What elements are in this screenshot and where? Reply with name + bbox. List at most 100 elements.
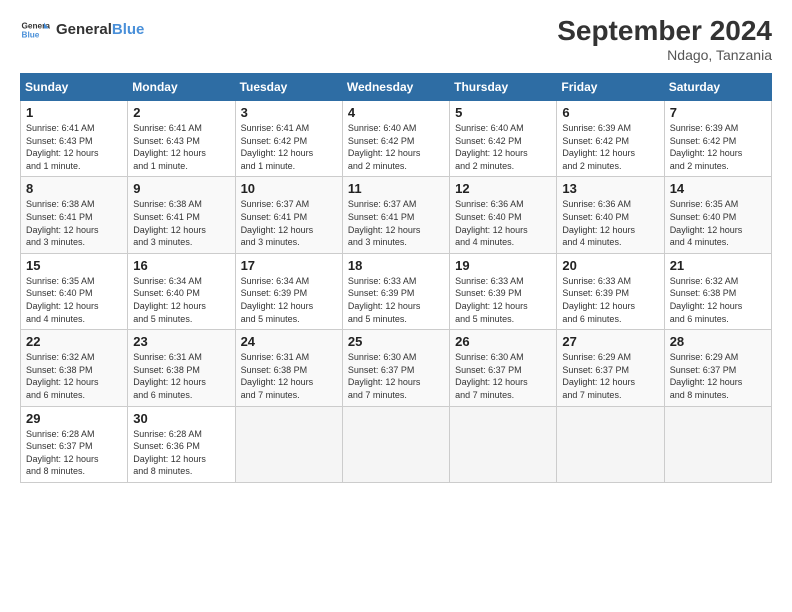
day-number: 13 <box>562 181 658 196</box>
table-row: 20Sunrise: 6:33 AM Sunset: 6:39 PM Dayli… <box>557 253 664 329</box>
day-number: 28 <box>670 334 766 349</box>
day-info: Sunrise: 6:40 AM Sunset: 6:42 PM Dayligh… <box>348 122 444 172</box>
table-row: 18 Sunrise: 6:33 AM Sunset: 6:39 PM Dayli… <box>342 253 449 329</box>
col-sunday: Sunday <box>21 74 128 101</box>
table-row: 15Sunrise: 6:35 AM Sunset: 6:40 PM Dayli… <box>21 253 128 329</box>
day-info: Sunrise: 6:29 AM Sunset: 6:37 PM Dayligh… <box>670 351 766 401</box>
day-number: 11 <box>348 181 444 196</box>
table-row: 10 Sunrise: 6:37 AM Sunset: 6:41 PM Dayli… <box>235 177 342 253</box>
col-friday: Friday <box>557 74 664 101</box>
table-row: 7Sunrise: 6:39 AM Sunset: 6:42 PM Daylig… <box>664 101 771 177</box>
day-info: Sunrise: 6:34 AM Sunset: 6:40 PM Dayligh… <box>133 275 229 325</box>
day-info: Sunrise: 6:41 AM Sunset: 6:43 PM Dayligh… <box>133 122 229 172</box>
col-tuesday: Tuesday <box>235 74 342 101</box>
table-row: 11 Sunrise: 6:37 AM Sunset: 6:41 PM Dayli… <box>342 177 449 253</box>
day-number: 17 <box>241 258 337 273</box>
day-number: 21 <box>670 258 766 273</box>
day-number: 1 <box>26 105 122 120</box>
title-block: September 2024 Ndago, Tanzania <box>557 15 772 63</box>
day-number: 8 <box>26 181 122 196</box>
table-row: 19 Sunrise: 6:33 AM Sunset: 6:39 PM Dayli… <box>450 253 557 329</box>
month-title: September 2024 <box>557 15 772 47</box>
calendar-week-row: 15Sunrise: 6:35 AM Sunset: 6:40 PM Dayli… <box>21 253 772 329</box>
day-info: Sunrise: 6:37 AM Sunset: 6:41 PM Dayligh… <box>241 198 337 248</box>
day-number: 10 <box>241 181 337 196</box>
day-info: Sunrise: 6:33 AM Sunset: 6:39 PM Dayligh… <box>562 275 658 325</box>
day-number: 2 <box>133 105 229 120</box>
day-info: Sunrise: 6:35 AM Sunset: 6:40 PM Dayligh… <box>26 275 122 325</box>
logo-icon: General Blue <box>20 15 50 45</box>
day-number: 18 <box>348 258 444 273</box>
day-info: Sunrise: 6:33 AM Sunset: 6:39 PM Dayligh… <box>455 275 551 325</box>
day-number: 7 <box>670 105 766 120</box>
day-info: Sunrise: 6:30 AM Sunset: 6:37 PM Dayligh… <box>348 351 444 401</box>
calendar-header: Sunday Monday Tuesday Wednesday Thursday… <box>21 74 772 101</box>
table-row <box>235 406 342 482</box>
day-info: Sunrise: 6:34 AM Sunset: 6:39 PM Dayligh… <box>241 275 337 325</box>
day-number: 3 <box>241 105 337 120</box>
table-row: 9 Sunrise: 6:38 AM Sunset: 6:41 PM Daylig… <box>128 177 235 253</box>
calendar-week-row: 29Sunrise: 6:28 AM Sunset: 6:37 PM Dayli… <box>21 406 772 482</box>
day-number: 16 <box>133 258 229 273</box>
table-row: 6Sunrise: 6:39 AM Sunset: 6:42 PM Daylig… <box>557 101 664 177</box>
table-row <box>342 406 449 482</box>
day-number: 29 <box>26 411 122 426</box>
col-wednesday: Wednesday <box>342 74 449 101</box>
day-info: Sunrise: 6:36 AM Sunset: 6:40 PM Dayligh… <box>455 198 551 248</box>
table-row: 1 Sunrise: 6:41 AM Sunset: 6:43 PM Daylig… <box>21 101 128 177</box>
day-info: Sunrise: 6:41 AM Sunset: 6:43 PM Dayligh… <box>26 122 122 172</box>
calendar-week-row: 22Sunrise: 6:32 AM Sunset: 6:38 PM Dayli… <box>21 330 772 406</box>
day-number: 24 <box>241 334 337 349</box>
table-row: 30 Sunrise: 6:28 AM Sunset: 6:36 PM Dayli… <box>128 406 235 482</box>
svg-text:Blue: Blue <box>22 31 40 40</box>
day-number: 14 <box>670 181 766 196</box>
day-info: Sunrise: 6:41 AM Sunset: 6:42 PM Dayligh… <box>241 122 337 172</box>
day-number: 6 <box>562 105 658 120</box>
col-thursday: Thursday <box>450 74 557 101</box>
day-info: Sunrise: 6:37 AM Sunset: 6:41 PM Dayligh… <box>348 198 444 248</box>
day-info: Sunrise: 6:29 AM Sunset: 6:37 PM Dayligh… <box>562 351 658 401</box>
day-info: Sunrise: 6:30 AM Sunset: 6:37 PM Dayligh… <box>455 351 551 401</box>
table-row: 8Sunrise: 6:38 AM Sunset: 6:41 PM Daylig… <box>21 177 128 253</box>
day-info: Sunrise: 6:35 AM Sunset: 6:40 PM Dayligh… <box>670 198 766 248</box>
day-number: 27 <box>562 334 658 349</box>
header: General Blue GeneralBlue September 2024 … <box>20 15 772 63</box>
table-row: 28 Sunrise: 6:29 AM Sunset: 6:37 PM Dayli… <box>664 330 771 406</box>
day-number: 23 <box>133 334 229 349</box>
day-info: Sunrise: 6:33 AM Sunset: 6:39 PM Dayligh… <box>348 275 444 325</box>
logo: General Blue GeneralBlue <box>20 15 144 45</box>
day-number: 30 <box>133 411 229 426</box>
day-info: Sunrise: 6:40 AM Sunset: 6:42 PM Dayligh… <box>455 122 551 172</box>
day-info: Sunrise: 6:38 AM Sunset: 6:41 PM Dayligh… <box>133 198 229 248</box>
day-info: Sunrise: 6:28 AM Sunset: 6:36 PM Dayligh… <box>133 428 229 478</box>
header-row: Sunday Monday Tuesday Wednesday Thursday… <box>21 74 772 101</box>
page-container: General Blue GeneralBlue September 2024 … <box>0 0 792 493</box>
col-monday: Monday <box>128 74 235 101</box>
calendar-body: 1 Sunrise: 6:41 AM Sunset: 6:43 PM Daylig… <box>21 101 772 483</box>
logo-blue: Blue <box>112 21 145 38</box>
table-row: 21Sunrise: 6:32 AM Sunset: 6:38 PM Dayli… <box>664 253 771 329</box>
calendar-table: Sunday Monday Tuesday Wednesday Thursday… <box>20 73 772 483</box>
table-row <box>557 406 664 482</box>
day-number: 19 <box>455 258 551 273</box>
day-info: Sunrise: 6:36 AM Sunset: 6:40 PM Dayligh… <box>562 198 658 248</box>
day-number: 12 <box>455 181 551 196</box>
day-number: 22 <box>26 334 122 349</box>
table-row: 5Sunrise: 6:40 AM Sunset: 6:42 PM Daylig… <box>450 101 557 177</box>
table-row: 12 Sunrise: 6:36 AM Sunset: 6:40 PM Dayli… <box>450 177 557 253</box>
table-row: 13 Sunrise: 6:36 AM Sunset: 6:40 PM Dayli… <box>557 177 664 253</box>
calendar-week-row: 1 Sunrise: 6:41 AM Sunset: 6:43 PM Daylig… <box>21 101 772 177</box>
day-info: Sunrise: 6:31 AM Sunset: 6:38 PM Dayligh… <box>241 351 337 401</box>
table-row: 26Sunrise: 6:30 AM Sunset: 6:37 PM Dayli… <box>450 330 557 406</box>
table-row <box>664 406 771 482</box>
location-title: Ndago, Tanzania <box>557 47 772 63</box>
table-row: 23 Sunrise: 6:31 AM Sunset: 6:38 PM Dayli… <box>128 330 235 406</box>
table-row: 27 Sunrise: 6:29 AM Sunset: 6:37 PM Dayli… <box>557 330 664 406</box>
table-row: 2 Sunrise: 6:41 AM Sunset: 6:43 PM Daylig… <box>128 101 235 177</box>
day-number: 25 <box>348 334 444 349</box>
table-row: 17 Sunrise: 6:34 AM Sunset: 6:39 PM Dayli… <box>235 253 342 329</box>
table-row: 16 Sunrise: 6:34 AM Sunset: 6:40 PM Dayli… <box>128 253 235 329</box>
day-info: Sunrise: 6:31 AM Sunset: 6:38 PM Dayligh… <box>133 351 229 401</box>
table-row: 29Sunrise: 6:28 AM Sunset: 6:37 PM Dayli… <box>21 406 128 482</box>
day-number: 9 <box>133 181 229 196</box>
